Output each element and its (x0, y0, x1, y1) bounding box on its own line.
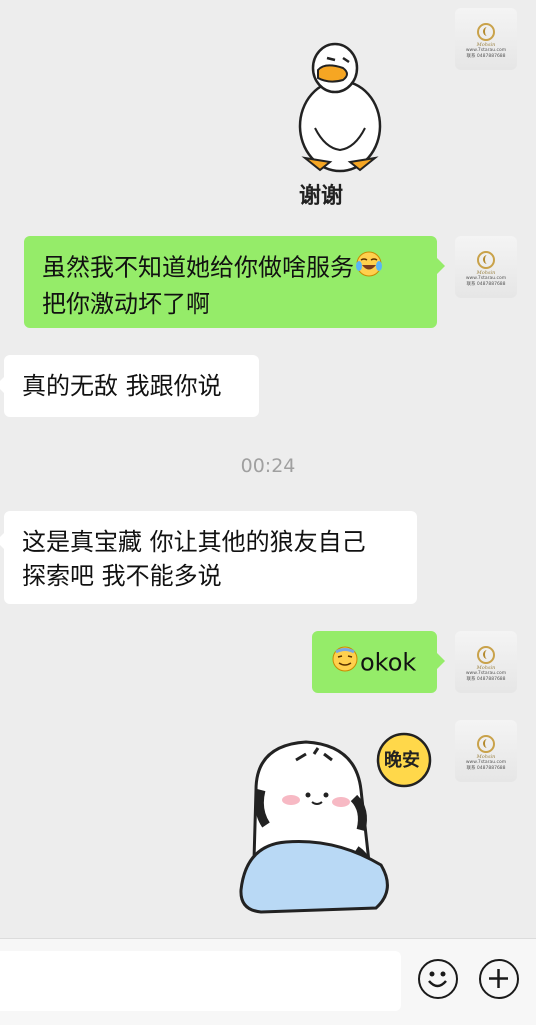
message-text-line1: 这是真宝藏 你让其他的狼友自己 (22, 528, 366, 556)
brand-logo-icon (477, 22, 495, 41)
sticker-caption: 谢谢 (299, 184, 344, 209)
plus-button[interactable] (479, 959, 519, 999)
brand-logo-icon (477, 645, 495, 664)
avatar-line2: 联系 0487887688 (466, 53, 506, 59)
sticker-caption: 晚安 (384, 750, 420, 771)
chat-timestamp: 00:24 (240, 455, 296, 477)
cat-goodnight-sticker[interactable]: 晚安 (236, 730, 436, 920)
tears-of-joy-emoji (355, 250, 383, 287)
self-avatar[interactable]: Mohsin www.7starau.com 联系 0487887688 (455, 720, 517, 782)
avatar-line2: 联系 0487887688 (466, 765, 506, 771)
message-text-line2: 探索吧 我不能多说 (22, 562, 222, 590)
self-avatar[interactable]: Mohsin www.7starau.com 联系 0487887688 (455, 8, 517, 70)
self-avatar[interactable]: Mohsin www.7starau.com 联系 0487887688 (455, 236, 517, 298)
self-avatar[interactable]: Mohsin www.7starau.com 联系 0487887688 (455, 631, 517, 693)
message-input[interactable] (0, 951, 401, 1011)
duck-thanks-sticker[interactable]: 谢谢 (285, 38, 395, 213)
brand-logo-icon (477, 250, 495, 269)
message-bubble-self[interactable]: okok (312, 631, 445, 693)
message-bubble-self[interactable]: 虽然我不知道她给你做啥服务 把你激动坏了啊 (24, 236, 445, 328)
message-text-line1: 真的无敌 我跟你说 (22, 372, 222, 400)
message-bubble-other[interactable]: 真的无敌 我跟你说 (0, 355, 259, 417)
message-bubble-other[interactable]: 这是真宝藏 你让其他的狼友自己 探索吧 我不能多说 (0, 511, 417, 604)
emoji-button[interactable] (418, 959, 458, 999)
sweat-smile-emoji (331, 645, 359, 682)
avatar-line2: 联系 0487887688 (466, 281, 506, 287)
plus-icon (489, 969, 508, 988)
message-text-line1: okok (360, 648, 417, 677)
smiley-icon (428, 971, 447, 988)
message-text-line1: 虽然我不知道她给你做啥服务 (42, 253, 354, 282)
chat-input-bar (0, 938, 536, 1025)
message-text-line2: 把你激动坏了啊 (42, 290, 210, 318)
brand-logo-icon (477, 734, 495, 753)
avatar-line2: 联系 0487887688 (466, 676, 506, 682)
